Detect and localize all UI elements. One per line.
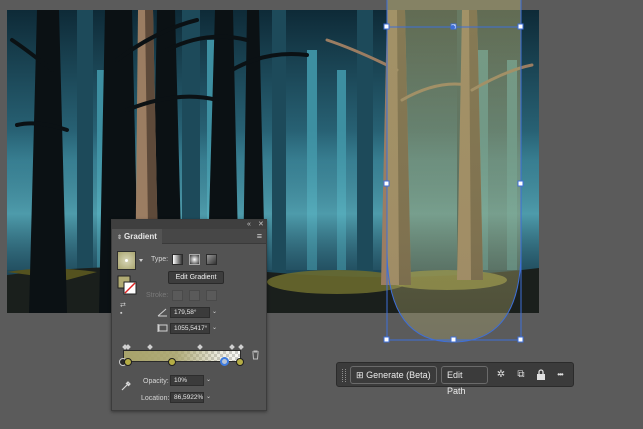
gradient-panel[interactable]: « ✕ ⇕ Gradient ≡ ⇄ ▪ Type: Edit Gradient … <box>111 219 267 411</box>
opacity-dropdown-icon[interactable]: ⌄ <box>204 375 213 386</box>
tab-gradient-label: Gradient <box>124 232 157 241</box>
collapse-panel-icon[interactable]: « <box>247 220 251 229</box>
gradient-stop-2[interactable] <box>168 358 176 366</box>
eyedropper-icon[interactable] <box>120 380 132 392</box>
forest-artwork <box>7 10 539 313</box>
panel-menu-icon[interactable]: ≡ <box>257 231 262 241</box>
angle-dropdown-icon[interactable]: ⌄ <box>210 307 219 318</box>
default-colors-icon[interactable]: ▪ <box>120 309 122 319</box>
artboard-forest-illustration[interactable] <box>7 10 539 313</box>
midpoint-diamond[interactable] <box>197 344 203 350</box>
gradient-swatch-icon[interactable] <box>117 251 136 270</box>
opacity-label: Opacity: <box>143 378 169 385</box>
chevron-updown-icon: ⇕ <box>117 235 123 241</box>
location-label: Location: <box>141 395 170 402</box>
fill-stroke-icon[interactable] <box>117 275 137 295</box>
midpoint-diamond[interactable] <box>238 344 244 350</box>
midpoint-diamond[interactable] <box>125 344 131 350</box>
copy-icon[interactable]: ⧉ <box>514 368 528 382</box>
edit-gradient-button[interactable]: Edit Gradient <box>168 271 224 284</box>
more-options-icon[interactable]: ••• <box>553 368 567 382</box>
location-dropdown-icon[interactable]: ⌄ <box>204 392 213 403</box>
linear-type-icon[interactable] <box>172 254 183 265</box>
contextual-task-bar[interactable]: ⊞ Generate (Beta) Edit Path ✲ ⧉ ••• <box>336 362 574 396</box>
edit-path-button[interactable]: Edit Path <box>441 366 488 396</box>
gradient-stop-selected[interactable] <box>220 357 229 366</box>
radial-type-icon[interactable] <box>189 254 200 265</box>
midpoint-diamond[interactable] <box>147 344 153 350</box>
generate-button[interactable]: ⊞ Generate (Beta) <box>350 366 437 384</box>
drag-grip-icon[interactable] <box>342 369 346 382</box>
panel-tabbar: ⇕ Gradient ≡ <box>112 229 266 244</box>
location-field[interactable]: 86,5922% <box>170 392 204 403</box>
stroke-along-icon[interactable] <box>189 290 200 301</box>
gradient-stop-1[interactable] <box>124 358 132 366</box>
aspect-ratio-field[interactable]: 1055,5417° <box>170 323 210 334</box>
spinner-icon[interactable]: ✲ <box>494 368 508 382</box>
stroke-within-icon[interactable] <box>172 290 183 301</box>
panel-topbar[interactable]: « ✕ <box>112 220 266 229</box>
close-panel-icon[interactable]: ✕ <box>258 220 264 229</box>
swatch-dropdown-icon[interactable] <box>139 259 143 262</box>
midpoint-diamond[interactable] <box>229 344 235 350</box>
stroke-label: Stroke: <box>146 292 169 299</box>
freeform-type-icon[interactable] <box>206 254 217 265</box>
opacity-field[interactable]: 10% <box>170 375 204 386</box>
angle-icon <box>157 308 167 317</box>
aspect-dropdown-icon[interactable]: ⌄ <box>210 323 219 334</box>
generate-label: Generate (Beta) <box>366 370 431 380</box>
tab-gradient[interactable]: ⇕ Gradient <box>112 229 162 244</box>
angle-field[interactable]: 179,58° <box>170 307 210 318</box>
aspect-ratio-icon <box>157 324 168 332</box>
lock-icon[interactable] <box>536 369 546 381</box>
generate-icon: ⊞ <box>356 370 364 380</box>
gradient-stop-3[interactable] <box>236 358 244 366</box>
type-label: Type: <box>151 256 169 263</box>
stroke-across-icon[interactable] <box>206 290 217 301</box>
trash-icon[interactable] <box>251 350 260 360</box>
